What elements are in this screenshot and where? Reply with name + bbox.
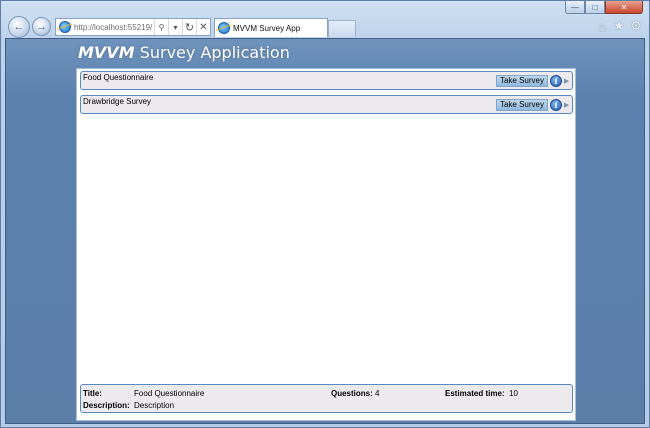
tab-title: MVVM Survey App [233, 23, 301, 33]
page-title: MVVM Survey Application [78, 43, 290, 62]
stop-icon[interactable]: ✕ [196, 19, 210, 35]
detail-description-label: Description: [83, 401, 130, 410]
tab-mvvm-survey-app[interactable]: MVVM Survey App [214, 18, 328, 37]
detail-title-label: Title: [83, 389, 102, 398]
take-survey-button[interactable]: Take Survey [495, 98, 548, 111]
forward-arrow-icon: → [36, 20, 47, 33]
take-survey-button[interactable]: Take Survey [495, 74, 548, 87]
ie-tab-icon [218, 22, 230, 34]
forward-button[interactable]: → [32, 17, 51, 36]
expand-arrow-icon[interactable]: ▶ [564, 77, 570, 85]
gear-icon[interactable]: ⚙ [629, 18, 643, 33]
expand-arrow-icon[interactable]: ▶ [564, 101, 570, 109]
survey-name: Drawbridge Survey [83, 97, 152, 106]
detail-description-value: Description [134, 401, 175, 410]
detail-questions-value: 4 [375, 389, 380, 398]
home-icon[interactable]: ⌂ [595, 19, 609, 34]
new-tab-button[interactable] [328, 20, 356, 37]
page-title-rest: Survey Application [139, 43, 290, 62]
maximize-icon[interactable]: □ [585, 1, 605, 14]
info-icon[interactable]: i [550, 74, 562, 87]
back-button[interactable]: ← [8, 16, 30, 38]
ie-page-icon [59, 21, 71, 33]
detail-questions-label: Questions: [331, 389, 373, 398]
favorites-star-icon[interactable]: ★ [612, 18, 626, 33]
back-arrow-icon: ← [13, 21, 25, 33]
page-viewport: MVVM Survey Application Food Questionnai… [5, 38, 645, 424]
detail-time-value: 10 [509, 389, 518, 398]
close-icon[interactable]: ✕ [605, 1, 643, 14]
browser-window: — □ ✕ ← → http://localhost:55219/ ⚲ ▾ ↻ … [0, 0, 650, 428]
search-icon[interactable]: ⚲ [154, 19, 168, 35]
detail-time-label: Estimated time: [445, 389, 505, 398]
dropdown-icon[interactable]: ▾ [168, 19, 182, 35]
page-title-strong: MVVM [78, 43, 135, 62]
list-item[interactable]: Food Questionnaire Take Survey i ▶ [80, 71, 573, 90]
minimize-icon[interactable]: — [565, 1, 585, 14]
window-caption-buttons: — □ ✕ [565, 1, 643, 14]
survey-name: Food Questionnaire [83, 73, 154, 82]
detail-title-value: Food Questionnaire [134, 389, 205, 398]
survey-list-panel: Food Questionnaire Take Survey i ▶ Drawb… [76, 68, 576, 421]
survey-details-panel: Title: Food Questionnaire Questions: 4 E… [80, 384, 573, 413]
list-item[interactable]: Drawbridge Survey Take Survey i ▶ [80, 95, 573, 114]
address-bar[interactable]: http://localhost:55219/ ⚲ ▾ ↻ ✕ [55, 18, 211, 36]
refresh-icon[interactable]: ↻ [182, 19, 196, 35]
info-icon[interactable]: i [550, 98, 562, 111]
address-url[interactable]: http://localhost:55219/ [74, 23, 154, 32]
